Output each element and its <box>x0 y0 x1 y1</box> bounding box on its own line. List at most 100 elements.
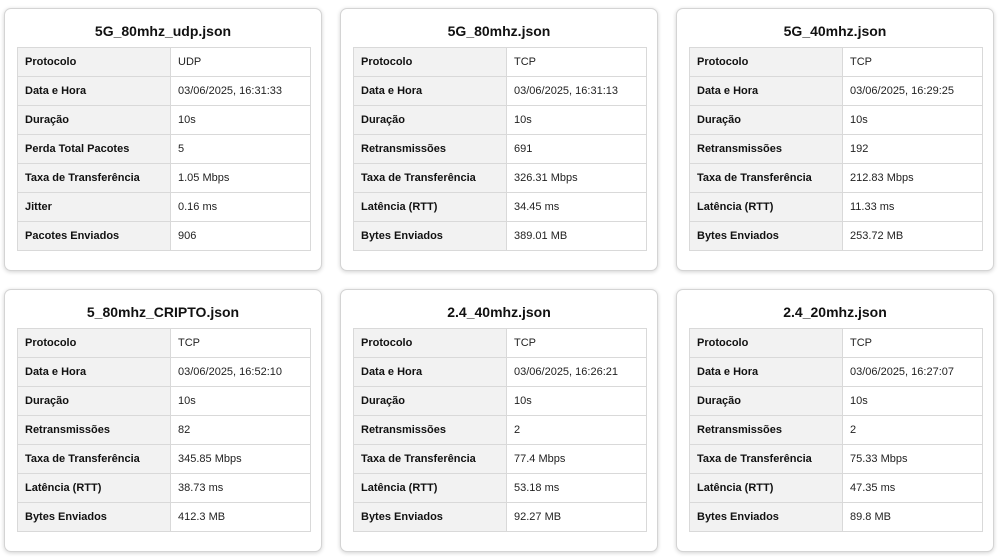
table-row: Latência (RTT) 38.73 ms <box>17 473 311 503</box>
table-row: Jitter 0.16 ms <box>17 192 311 222</box>
table-row: Protocolo TCP <box>689 47 983 77</box>
row-value: 03/06/2025, 16:52:10 <box>170 357 311 387</box>
result-table: Protocolo TCP Data e Hora 03/06/2025, 16:5… <box>17 328 311 532</box>
row-label: Perda Total Pacotes <box>17 134 171 164</box>
row-value: TCP <box>170 328 311 358</box>
row-value: 47.35 ms <box>842 473 983 503</box>
table-row: Protocolo TCP <box>353 328 647 358</box>
row-label: Bytes Enviados <box>17 502 171 532</box>
row-value: 0.16 ms <box>170 192 311 222</box>
row-label: Protocolo <box>689 328 843 358</box>
row-label: Duração <box>353 386 507 416</box>
card-title: 5G_40mhz.json <box>783 23 887 39</box>
table-row: Latência (RTT) 34.45 ms <box>353 192 647 222</box>
row-value: 253.72 MB <box>842 221 983 251</box>
row-value: 10s <box>842 386 983 416</box>
table-row: Retransmissões 192 <box>689 134 983 164</box>
row-value: 691 <box>506 134 647 164</box>
row-value: 10s <box>842 105 983 135</box>
card-title: 5G_80mhz_udp.json <box>94 23 232 39</box>
table-row: Protocolo UDP <box>17 47 311 77</box>
row-value: 412.3 MB <box>170 502 311 532</box>
result-table: Protocolo TCP Data e Hora 03/06/2025, 16:2… <box>689 47 983 251</box>
row-value: 03/06/2025, 16:27:07 <box>842 357 983 387</box>
row-value: 1.05 Mbps <box>170 163 311 193</box>
row-label: Data e Hora <box>17 76 171 106</box>
row-label: Duração <box>689 386 843 416</box>
row-label: Duração <box>17 386 171 416</box>
table-row: Protocolo TCP <box>17 328 311 358</box>
table-row: Duração 10s <box>17 105 311 135</box>
table-row: Latência (RTT) 47.35 ms <box>689 473 983 503</box>
row-value: 38.73 ms <box>170 473 311 503</box>
row-value: 03/06/2025, 16:31:13 <box>506 76 647 106</box>
result-card: 2.4_20mhz.json Protocolo TCP Data e Hora 0… <box>676 289 994 552</box>
result-table: Protocolo UDP Data e Hora 03/06/2025, 16:3… <box>17 47 311 251</box>
row-label: Protocolo <box>17 47 171 77</box>
row-value: 10s <box>170 386 311 416</box>
table-row: Duração 10s <box>353 386 647 416</box>
row-value: 92.27 MB <box>506 502 647 532</box>
row-value: 03/06/2025, 16:26:21 <box>506 357 647 387</box>
card-title: 2.4_20mhz.json <box>783 304 887 320</box>
result-table: Protocolo TCP Data e Hora 03/06/2025, 16:2… <box>353 328 647 532</box>
table-row: Taxa de Transferência 1.05 Mbps <box>17 163 311 193</box>
table-row: Data e Hora 03/06/2025, 16:26:21 <box>353 357 647 387</box>
row-label: Taxa de Transferência <box>17 163 171 193</box>
row-label: Data e Hora <box>689 76 843 106</box>
table-row: Latência (RTT) 11.33 ms <box>689 192 983 222</box>
row-label: Latência (RTT) <box>353 473 507 503</box>
row-label: Retransmissões <box>17 415 171 445</box>
row-label: Retransmissões <box>689 134 843 164</box>
table-row: Latência (RTT) 53.18 ms <box>353 473 647 503</box>
table-row: Bytes Enviados 412.3 MB <box>17 502 311 532</box>
table-row: Perda Total Pacotes 5 <box>17 134 311 164</box>
row-value: 2 <box>842 415 983 445</box>
row-label: Latência (RTT) <box>17 473 171 503</box>
table-row: Duração 10s <box>353 105 647 135</box>
row-label: Taxa de Transferência <box>689 444 843 474</box>
result-card: 2.4_40mhz.json Protocolo TCP Data e Hora 0… <box>340 289 658 552</box>
result-card: 5_80mhz_CRIPTO.json Protocolo TCP Data e … <box>4 289 322 552</box>
row-label: Latência (RTT) <box>689 473 843 503</box>
table-row: Taxa de Transferência 326.31 Mbps <box>353 163 647 193</box>
row-label: Bytes Enviados <box>689 221 843 251</box>
card-title: 5_80mhz_CRIPTO.json <box>86 304 240 320</box>
row-value: 75.33 Mbps <box>842 444 983 474</box>
row-value: TCP <box>506 328 647 358</box>
row-value: 10s <box>506 386 647 416</box>
table-row: Data e Hora 03/06/2025, 16:29:25 <box>689 76 983 106</box>
row-label: Pacotes Enviados <box>17 221 171 251</box>
row-label: Data e Hora <box>353 76 507 106</box>
row-label: Taxa de Transferência <box>353 163 507 193</box>
row-value: 906 <box>170 221 311 251</box>
row-value: 82 <box>170 415 311 445</box>
row-label: Protocolo <box>353 47 507 77</box>
row-label: Bytes Enviados <box>353 502 507 532</box>
row-value: 10s <box>506 105 647 135</box>
row-value: TCP <box>842 328 983 358</box>
row-value: 212.83 Mbps <box>842 163 983 193</box>
row-label: Taxa de Transferência <box>353 444 507 474</box>
row-value: 192 <box>842 134 983 164</box>
table-row: Duração 10s <box>689 105 983 135</box>
row-label: Retransmissões <box>689 415 843 445</box>
row-label: Taxa de Transferência <box>17 444 171 474</box>
row-label: Data e Hora <box>17 357 171 387</box>
table-row: Retransmissões 82 <box>17 415 311 445</box>
row-label: Duração <box>353 105 507 135</box>
table-row: Data e Hora 03/06/2025, 16:31:33 <box>17 76 311 106</box>
row-label: Bytes Enviados <box>353 221 507 251</box>
table-row: Duração 10s <box>689 386 983 416</box>
table-row: Bytes Enviados 92.27 MB <box>353 502 647 532</box>
row-label: Protocolo <box>689 47 843 77</box>
row-value: 2 <box>506 415 647 445</box>
table-row: Data e Hora 03/06/2025, 16:27:07 <box>689 357 983 387</box>
row-value: 11.33 ms <box>842 192 983 222</box>
table-row: Taxa de Transferência 212.83 Mbps <box>689 163 983 193</box>
table-row: Taxa de Transferência 77.4 Mbps <box>353 444 647 474</box>
row-value: 03/06/2025, 16:29:25 <box>842 76 983 106</box>
table-row: Pacotes Enviados 906 <box>17 221 311 251</box>
row-value: 34.45 ms <box>506 192 647 222</box>
table-row: Data e Hora 03/06/2025, 16:31:13 <box>353 76 647 106</box>
